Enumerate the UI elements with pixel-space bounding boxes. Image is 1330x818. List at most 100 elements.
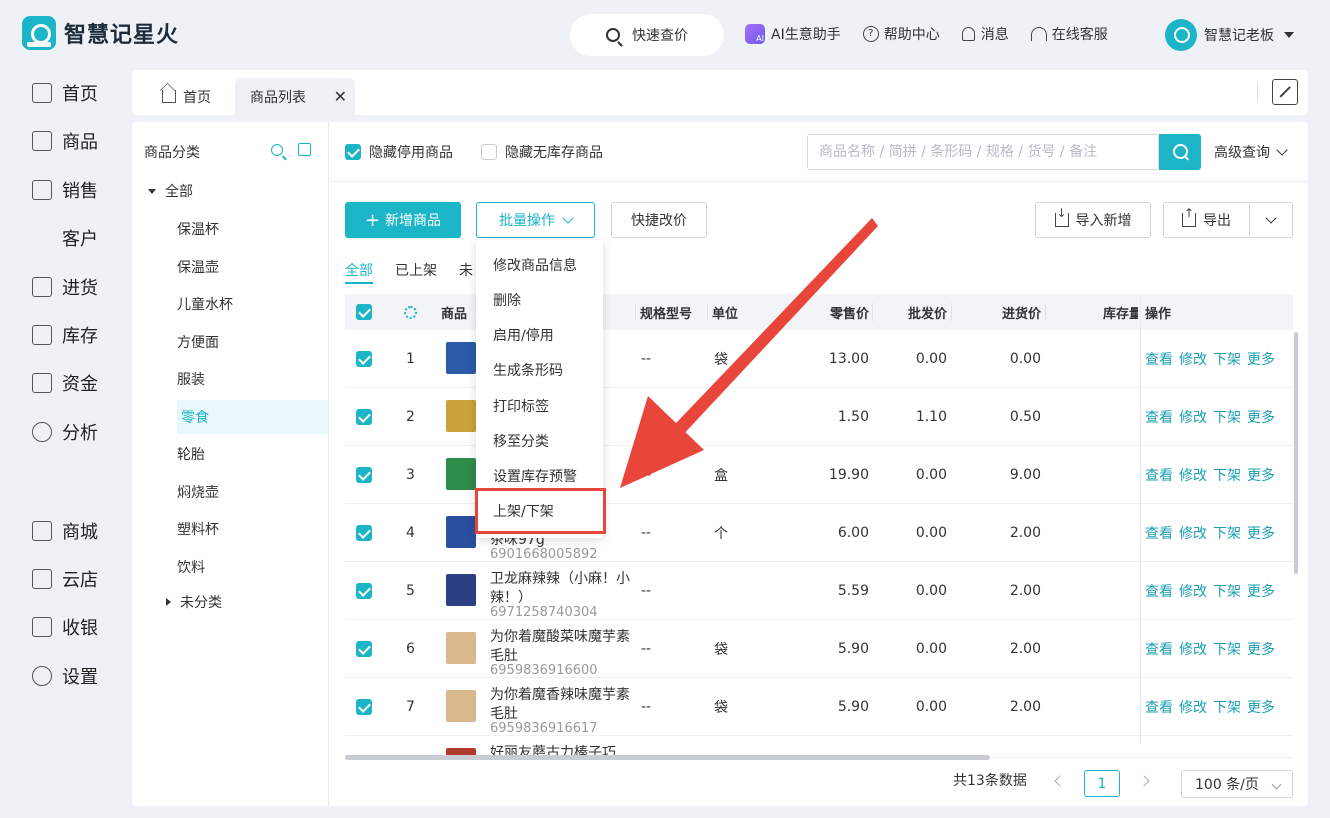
row-action-2[interactable]: 下架 [1213,465,1241,485]
row-action-2[interactable]: 下架 [1213,349,1241,369]
menu-item[interactable]: 设置库存预警 [493,466,577,486]
nav-item-4[interactable]: 进货 [32,274,98,300]
edit-icon[interactable] [298,143,311,156]
batch-operation-button[interactable]: 批量操作 [476,202,595,238]
checkbox[interactable] [356,304,372,320]
export-dropdown-button[interactable] [1249,202,1293,238]
row-action-1[interactable]: 修改 [1179,523,1207,543]
row-action-1[interactable]: 修改 [1179,407,1207,427]
table-row[interactable]: 7 为你着魔香辣味魔芋素毛肚 6959836916617 -- 袋 5.90 0.00 2.0… [345,678,1293,736]
checkbox[interactable] [356,467,372,483]
product-image[interactable] [446,342,476,374]
row-action-0[interactable]: 查看 [1145,697,1173,717]
page-number[interactable]: 1 [1084,770,1120,797]
checkbox[interactable] [356,583,372,599]
row-action-1[interactable]: 修改 [1179,349,1207,369]
checkbox[interactable] [356,409,372,425]
row-checkbox[interactable] [356,330,372,388]
nav-item-8[interactable]: 商城 [32,518,98,544]
product-image[interactable] [446,632,476,664]
menu-item[interactable]: 删除 [493,290,521,310]
status-tab[interactable]: 全部 [345,260,373,284]
row-action-2[interactable]: 下架 [1213,581,1241,601]
row-checkbox[interactable] [356,504,372,562]
nav-item-11[interactable]: 设置 [32,663,98,689]
status-tab[interactable]: 未 [459,260,473,284]
add-product-button[interactable]: + 新增商品 [345,202,461,238]
export-button[interactable]: 导出 [1163,202,1250,238]
menu-item[interactable]: 生成条形码 [493,360,563,380]
product-image[interactable] [446,690,476,722]
row-action-0[interactable]: 查看 [1145,639,1173,659]
category-item[interactable]: 零食 [177,399,328,434]
row-action-0[interactable]: 查看 [1145,349,1173,369]
nav-item-5[interactable]: 库存 [32,322,98,348]
row-action-1[interactable]: 修改 [1179,581,1207,601]
category-item[interactable]: 焖烧壶 [177,475,219,509]
fullscreen-icon[interactable] [1272,79,1298,105]
hide-disabled-filter[interactable]: 隐藏停用商品 [345,142,453,162]
checkbox[interactable] [345,144,361,160]
menu-item[interactable]: 启用/停用 [493,325,554,345]
row-checkbox[interactable] [356,562,372,620]
close-icon[interactable]: ✕ [334,87,347,106]
select-all-checkbox[interactable] [356,294,372,330]
row-action-0[interactable]: 查看 [1145,465,1173,485]
quick-search-button[interactable]: 快速查价 [570,14,724,56]
advanced-query-button[interactable]: 高级查询 [1214,142,1288,162]
row-action-3[interactable]: 更多 [1247,697,1275,717]
tab-product-list[interactable]: 商品列表 ✕ [235,78,355,115]
row-action-2[interactable]: 下架 [1213,523,1241,543]
row-action-3[interactable]: 更多 [1247,465,1275,485]
row-checkbox[interactable] [356,446,372,504]
menu-item[interactable]: 打印标签 [493,396,549,416]
category-item[interactable]: 服装 [177,362,205,396]
nav-item-7[interactable]: 分析 [32,419,98,445]
tab-home[interactable]: 首页 [162,78,211,115]
user-menu[interactable]: 智慧记老板 [1165,19,1294,51]
menu-item[interactable]: 移至分类 [493,431,549,451]
row-action-3[interactable]: 更多 [1247,349,1275,369]
column-settings[interactable] [404,294,417,330]
nav-item-10[interactable]: 收银 [32,614,98,640]
table-row[interactable]: 5 卫龙麻辣辣（小麻！小辣！） 6971258740304 -- 5.59 0.00 2.0… [345,562,1293,620]
row-action-1[interactable]: 修改 [1179,639,1207,659]
page-size-select[interactable]: 100 条/页 [1181,770,1293,798]
category-item[interactable]: 塑料杯 [177,512,219,546]
row-action-1[interactable]: 修改 [1179,465,1207,485]
row-action-0[interactable]: 查看 [1145,581,1173,601]
menu-item[interactable]: 修改商品信息 [493,255,577,275]
messages-button[interactable]: 消息 [961,24,1009,44]
checkbox[interactable] [356,525,372,541]
category-item[interactable]: 儿童水杯 [177,287,233,321]
category-item[interactable]: 保温杯 [177,212,219,246]
table-row[interactable]: 6 为你着魔酸菜味魔芋素毛肚 6959836916600 -- 袋 5.90 0.00 2.0… [345,620,1293,678]
product-image[interactable] [446,574,476,606]
category-item[interactable]: 保温壶 [177,250,219,284]
row-checkbox[interactable] [356,620,372,678]
vertical-scrollbar[interactable] [1294,332,1298,574]
status-tab[interactable]: 已上架 [395,260,437,284]
nav-item-2[interactable]: 销售 [32,177,98,203]
product-image[interactable] [446,516,476,548]
hide-no-stock-filter[interactable]: 隐藏无库存商品 [481,142,603,162]
row-checkbox[interactable] [356,388,372,446]
category-item[interactable]: 方便面 [177,325,219,359]
horizontal-scrollbar[interactable] [345,755,990,760]
nav-item-9[interactable]: 云店 [32,566,98,592]
checkbox[interactable] [356,641,372,657]
row-action-0[interactable]: 查看 [1145,523,1173,543]
category-root[interactable]: 全部 [148,174,193,208]
ai-assistant-button[interactable]: AI AI生意助手 [745,24,841,44]
row-action-2[interactable]: 下架 [1213,639,1241,659]
row-action-3[interactable]: 更多 [1247,407,1275,427]
checkbox[interactable] [481,144,497,160]
row-action-0[interactable]: 查看 [1145,407,1173,427]
row-action-1[interactable]: 修改 [1179,697,1207,717]
checkbox[interactable] [356,699,372,715]
product-image[interactable] [446,400,476,432]
nav-item-6[interactable]: 资金 [32,370,98,396]
help-center-button[interactable]: ? 帮助中心 [862,24,940,44]
search-icon[interactable] [271,144,283,156]
search-button[interactable] [1159,134,1201,170]
